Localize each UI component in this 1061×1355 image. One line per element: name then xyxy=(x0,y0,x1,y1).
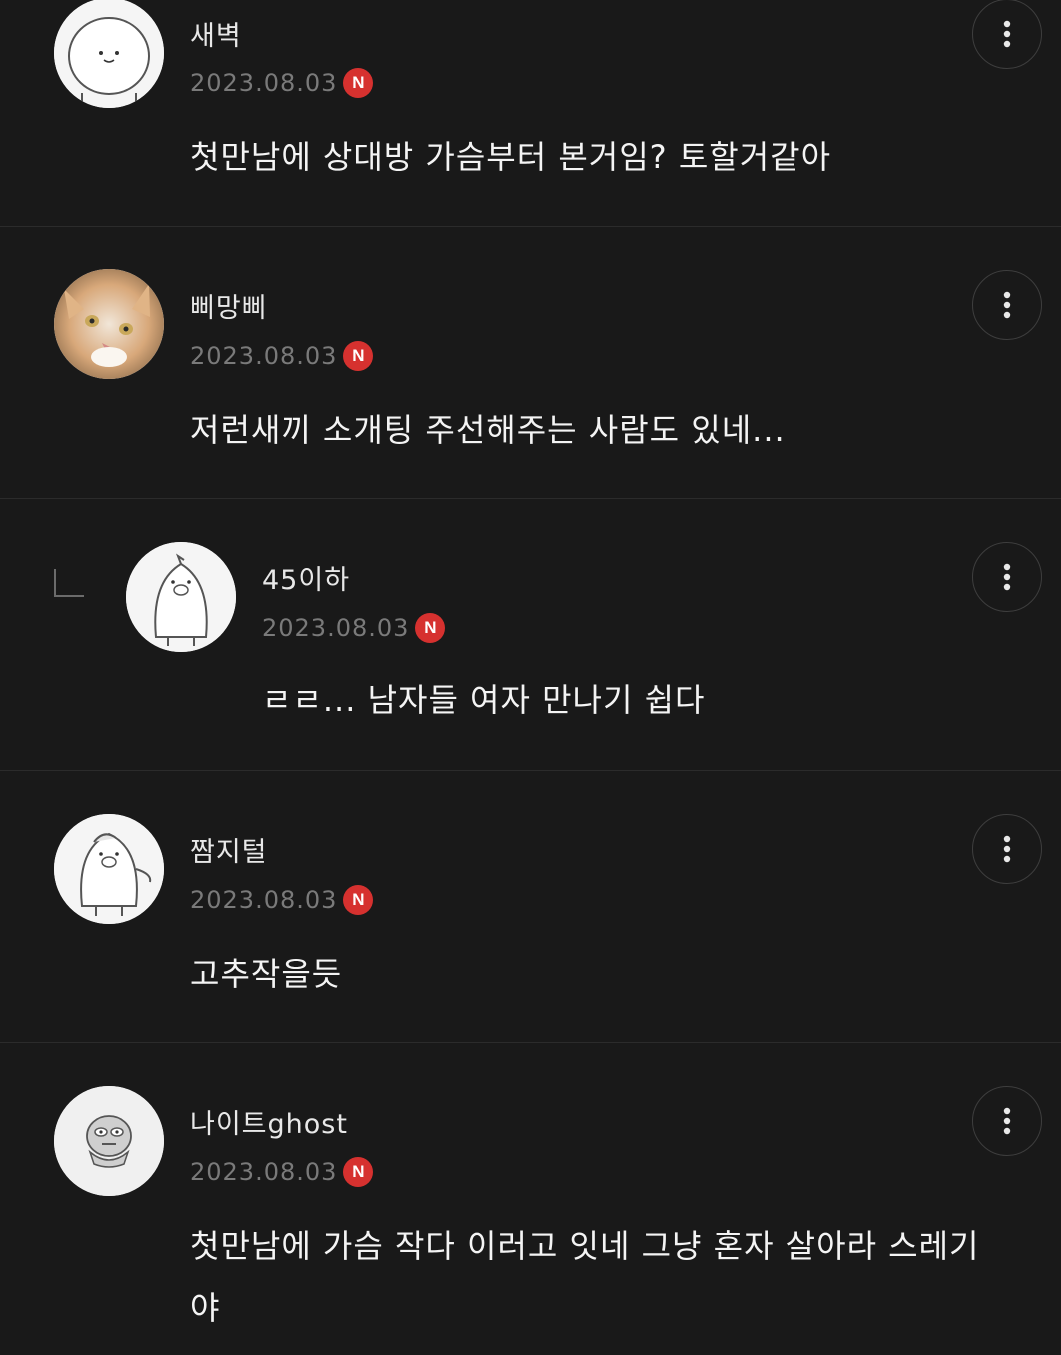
avatar[interactable] xyxy=(54,269,164,379)
comment-author[interactable]: 짬지털 xyxy=(190,830,268,869)
more-options-button[interactable] xyxy=(972,270,1042,340)
cat-photo-avatar-icon xyxy=(54,269,164,379)
comment-meta: 2023.08.03 N xyxy=(190,68,374,98)
more-options-button[interactable] xyxy=(972,1086,1042,1156)
comment-author[interactable]: 삐망삐 xyxy=(190,286,268,325)
vertical-dots-icon xyxy=(1003,835,1011,863)
new-badge: N xyxy=(343,1157,374,1187)
comment-item: 나이트ghost 2023.08.03 N 첫만남에 가슴 작다 이러고 잇네 … xyxy=(0,1043,1061,1355)
vertical-dots-icon xyxy=(1003,291,1011,319)
avatar[interactable] xyxy=(54,814,164,924)
comment-meta: 2023.08.03 N xyxy=(262,613,446,643)
comment-text: 첫만남에 가슴 작다 이러고 잇네 그냥 혼자 살아라 스레기야 xyxy=(190,1227,980,1327)
reply-corner-icon xyxy=(54,569,84,597)
comment-author[interactable]: 나이트ghost xyxy=(190,1102,348,1141)
comment-date: 2023.08.03 xyxy=(190,69,338,97)
comment-text: 저런새끼 소개팅 주선해주는 사람도 있네... xyxy=(190,411,786,449)
comment-meta: 2023.08.03 N xyxy=(190,341,374,371)
comment-item: 새벽 2023.08.03 N 첫만남에 상대방 가슴부터 본거임? 토할거같아 xyxy=(0,0,1061,227)
more-options-button[interactable] xyxy=(972,0,1042,69)
comment-reply-item: 45이하 2023.08.03 N ㄹㄹ... 남자들 여자 만나기 쉽다 xyxy=(0,499,1061,771)
more-options-button[interactable] xyxy=(972,814,1042,884)
vertical-dots-icon xyxy=(1003,1107,1011,1135)
comment-author[interactable]: 45이하 xyxy=(262,558,350,597)
penguin-avatar-icon xyxy=(126,542,236,652)
comment-date: 2023.08.03 xyxy=(190,1158,338,1186)
comment-author[interactable]: 새벽 xyxy=(190,14,242,53)
comment-item: 짬지털 2023.08.03 N 고추작을듯 xyxy=(0,771,1061,1043)
new-badge: N xyxy=(343,341,374,371)
more-options-button[interactable] xyxy=(972,542,1042,612)
comment-text: ㄹㄹ... 남자들 여자 만나기 쉽다 xyxy=(262,681,706,719)
avatar[interactable] xyxy=(54,1086,164,1196)
penguin-waving-avatar-icon xyxy=(54,814,164,924)
vertical-dots-icon xyxy=(1003,563,1011,591)
comment-date: 2023.08.03 xyxy=(190,886,338,914)
vertical-dots-icon xyxy=(1003,20,1011,48)
comment-text: 고추작을듯 xyxy=(190,955,343,993)
comment-meta: 2023.08.03 N xyxy=(190,1157,374,1187)
comment-date: 2023.08.03 xyxy=(262,614,410,642)
smiling-face-avatar-icon xyxy=(54,0,164,108)
new-badge: N xyxy=(343,68,374,98)
crying-character-avatar-icon xyxy=(54,1086,164,1196)
comment-date: 2023.08.03 xyxy=(190,342,338,370)
comment-text: 첫만남에 상대방 가슴부터 본거임? 토할거같아 xyxy=(190,138,832,176)
avatar[interactable] xyxy=(126,542,236,652)
avatar[interactable] xyxy=(54,0,164,108)
new-badge: N xyxy=(415,613,446,643)
comment-meta: 2023.08.03 N xyxy=(190,885,374,915)
comment-item: 삐망삐 2023.08.03 N 저런새끼 소개팅 주선해주는 사람도 있네..… xyxy=(0,227,1061,499)
new-badge: N xyxy=(343,885,374,915)
